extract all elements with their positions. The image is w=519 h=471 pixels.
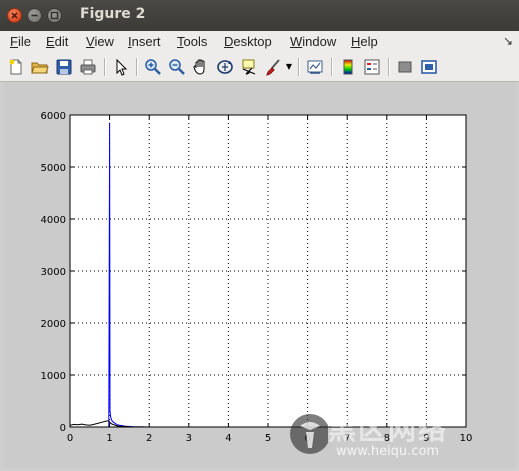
x-tick-label: 1 (106, 433, 112, 444)
x-tick-label: 9 (423, 433, 429, 444)
toolbar-separator (388, 58, 390, 76)
x-tick-label: 10 (460, 433, 473, 444)
figure-canvas[interactable]: 0 1 2 3 4 5 6 7 8 9 10 0 1000 2000 3000 4000 5000 6000 (4, 82, 516, 468)
toolbar-separator (136, 58, 138, 76)
toolbar-separator (104, 58, 106, 76)
edit-plot-icon[interactable] (112, 58, 130, 76)
menu-window[interactable]: Window (290, 34, 336, 49)
dock-figure-button[interactable]: ↘ (503, 34, 513, 48)
figure-toolbar: ▼ (0, 53, 519, 82)
print-icon[interactable] (79, 58, 97, 76)
axes[interactable]: 0 1 2 3 4 5 6 7 8 9 10 0 1000 2000 3000 4000 5000 6000 (4, 82, 516, 468)
zoom-in-icon[interactable] (144, 58, 162, 76)
y-tick-label: 4000 (41, 215, 66, 226)
maximize-icon (50, 11, 59, 20)
y-tick-label: 2000 (41, 319, 66, 330)
figure-window: Figure 2 File Edit View Insert Tools Des… (0, 0, 519, 471)
open-file-icon[interactable] (31, 58, 49, 76)
menu-tools[interactable]: Tools (177, 34, 207, 49)
x-tick-label: 7 (344, 433, 350, 444)
maximize-window-button[interactable] (47, 8, 62, 23)
toolbar-separator (331, 58, 333, 76)
y-tick-label: 5000 (41, 163, 66, 174)
title-bar[interactable]: Figure 2 (0, 0, 519, 32)
rotate-3d-icon[interactable] (216, 58, 234, 76)
x-tick-label: 5 (265, 433, 271, 444)
legend-icon[interactable] (363, 58, 381, 76)
window-title: Figure 2 (80, 6, 146, 22)
new-figure-icon[interactable] (7, 58, 25, 76)
menu-insert[interactable]: Insert (128, 34, 161, 49)
close-icon (11, 12, 18, 19)
show-plot-tools-icon[interactable] (420, 58, 438, 76)
x-tick-label: 6 (304, 433, 310, 444)
y-tick-label: 6000 (41, 111, 66, 122)
x-tick-label: 3 (186, 433, 192, 444)
save-icon[interactable] (55, 58, 73, 76)
zoom-out-icon[interactable] (168, 58, 186, 76)
pan-icon[interactable] (192, 58, 210, 76)
y-tick-label: 0 (60, 423, 66, 434)
menu-edit[interactable]: Edit (46, 34, 68, 49)
menu-bar: File Edit View Insert Tools Desktop Wind… (0, 31, 519, 53)
hide-plot-tools-icon[interactable] (396, 58, 414, 76)
minimize-window-button[interactable] (27, 8, 42, 23)
close-window-button[interactable] (7, 8, 22, 23)
brush-icon[interactable] (264, 58, 282, 76)
minimize-icon (31, 14, 38, 17)
menu-file[interactable]: File (10, 34, 31, 49)
brush-dropdown-icon[interactable]: ▼ (285, 58, 293, 76)
x-tick-label: 8 (384, 433, 390, 444)
x-tick-label: 2 (146, 433, 152, 444)
menu-view[interactable]: View (86, 34, 114, 49)
menu-desktop[interactable]: Desktop (224, 34, 272, 49)
x-tick-label: 0 (67, 433, 73, 444)
link-plot-icon[interactable] (306, 58, 324, 76)
menu-help[interactable]: Help (351, 34, 378, 49)
y-tick-label: 1000 (41, 371, 66, 382)
toolbar-separator (298, 58, 300, 76)
x-tick-label: 4 (225, 433, 231, 444)
data-cursor-icon[interactable] (240, 58, 258, 76)
colorbar-icon[interactable] (339, 58, 357, 76)
y-tick-label: 3000 (41, 267, 66, 278)
